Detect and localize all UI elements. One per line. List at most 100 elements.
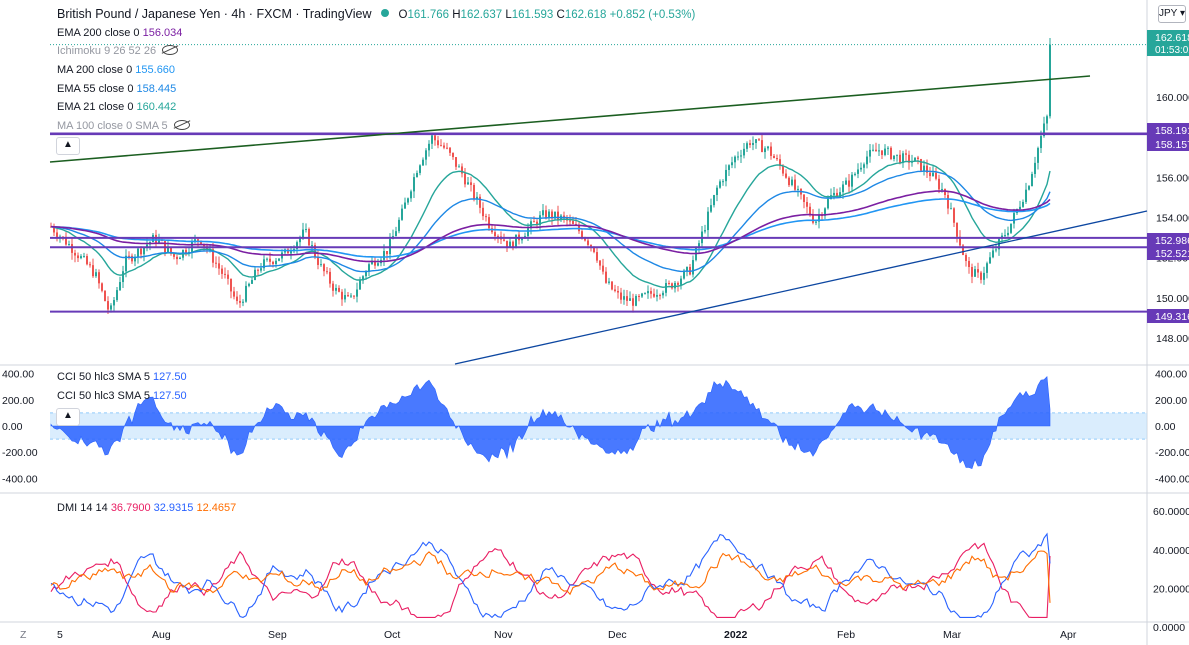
candle-body	[860, 167, 862, 170]
candle-body	[68, 244, 70, 246]
legend-ma100[interactable]: MA 100 close 0 SMA 5	[57, 120, 190, 132]
symbol-title[interactable]: British Pound / Japanese Yen · 4h · FXCM…	[57, 7, 372, 21]
candle-body	[434, 135, 436, 141]
candle-body	[440, 145, 442, 147]
candle-body	[746, 143, 748, 149]
candle-body	[845, 180, 847, 185]
candle-body	[350, 295, 352, 297]
legend-ichimoku[interactable]: Ichimoku 9 26 52 26	[57, 45, 179, 57]
candle-body	[740, 155, 742, 157]
candle-body	[938, 178, 940, 190]
candle-body	[632, 298, 634, 306]
candle-body	[986, 263, 988, 273]
candle-body	[686, 266, 688, 271]
hidden-eye-icon[interactable]	[162, 45, 179, 55]
candle-body	[245, 285, 247, 302]
candle-body	[974, 269, 976, 277]
candle-body	[176, 256, 178, 260]
candle-body	[572, 220, 574, 224]
candle-body	[896, 154, 898, 156]
candle-body	[452, 152, 454, 158]
ma-line-ema21	[50, 160, 1051, 289]
candle-body	[680, 278, 682, 285]
candle-body	[905, 153, 907, 155]
candle-body	[581, 231, 583, 238]
legend-ema21[interactable]: EMA 21 close 0 160.442	[57, 101, 176, 113]
symbol-header: British Pound / Japanese Yen · 4h · FXCM…	[57, 7, 695, 21]
candle-body	[557, 211, 559, 220]
candle-body	[290, 251, 292, 254]
candle-body	[653, 293, 655, 297]
candle-body	[815, 221, 817, 223]
cci-tick-label: -200.00	[1155, 447, 1189, 459]
candle-body	[479, 196, 481, 208]
candle-body	[755, 139, 757, 144]
legend-cci-2[interactable]: CCI 50 hlc3 SMA 5 127.50	[57, 390, 187, 402]
candle-body	[1022, 201, 1024, 207]
candle-body	[716, 187, 718, 196]
candle-body	[260, 268, 262, 271]
candle-body	[1025, 189, 1027, 202]
candle-body	[812, 215, 814, 223]
candle-body	[977, 269, 979, 273]
candle-body	[608, 281, 610, 283]
market-open-icon	[381, 9, 390, 17]
hidden-eye-icon[interactable]	[173, 120, 190, 130]
candle-body	[665, 282, 667, 293]
candle-body	[386, 251, 388, 255]
candle-body	[236, 296, 238, 301]
legend-ema200[interactable]: EMA 200 close 0 156.034	[57, 27, 182, 39]
candle-body	[878, 150, 880, 152]
legend-ema55[interactable]: EMA 55 close 0 158.445	[57, 83, 176, 95]
currency-dropdown[interactable]: JPY ▾	[1158, 5, 1186, 23]
candle-body	[791, 179, 793, 186]
candle-body	[515, 234, 517, 249]
candle-body	[887, 147, 889, 149]
level-price-label: 158.191	[1155, 125, 1189, 137]
candle-body	[407, 198, 409, 203]
collapse-legend-button[interactable]: ▲	[56, 137, 80, 155]
candle-body	[662, 292, 664, 296]
candle-body	[353, 295, 355, 297]
candle-body	[956, 222, 958, 237]
collapse-cci-legend-button[interactable]: ▲	[56, 408, 80, 426]
ohlc-readout: O161.766 H162.637 L161.593 C162.618 +0.8…	[398, 9, 696, 21]
candle-body	[890, 147, 892, 160]
candle-body	[482, 207, 484, 217]
candle-body	[788, 177, 790, 186]
candle-body	[635, 295, 637, 306]
legend-ma200[interactable]: MA 200 close 0 155.660	[57, 64, 175, 76]
candle-body	[254, 269, 256, 281]
candle-body	[122, 271, 124, 283]
level-price-label: 152.521	[1155, 248, 1189, 260]
candle-body	[827, 199, 829, 209]
legend-dmi[interactable]: DMI 14 14 36.7900 32.9315 12.4657	[57, 502, 236, 514]
level-price-label: 158.157	[1155, 139, 1189, 151]
candle-body	[233, 291, 235, 297]
candle-body	[359, 280, 361, 290]
candle-body	[764, 148, 766, 153]
candle-body	[647, 291, 649, 294]
candle-body	[965, 255, 967, 261]
candle-body	[983, 272, 985, 280]
candle-body	[329, 271, 331, 284]
candle-body	[656, 295, 658, 297]
candle-body	[272, 261, 274, 265]
candle-body	[320, 264, 322, 266]
candle-body	[464, 173, 466, 185]
trendline-lower	[454, 210, 1148, 365]
candle-body	[650, 291, 652, 294]
chart-canvas[interactable]: 148.000150.000152.000154.000156.000158.0…	[0, 0, 1189, 645]
candle-body	[83, 256, 85, 258]
timezone-label: Z	[20, 629, 27, 641]
cci-left-tick-label: 200.00	[2, 395, 34, 407]
candle-body	[725, 169, 727, 182]
legend-cci-1[interactable]: CCI 50 hlc3 SMA 5 127.50	[57, 371, 187, 383]
candle-body	[425, 150, 427, 160]
candle-body	[86, 256, 88, 265]
time-tick-label: Mar	[943, 629, 962, 641]
cci-left-tick-label: -200.00	[2, 447, 38, 459]
candle-body	[56, 232, 58, 238]
candle-body	[317, 256, 319, 265]
candle-body	[611, 281, 613, 290]
